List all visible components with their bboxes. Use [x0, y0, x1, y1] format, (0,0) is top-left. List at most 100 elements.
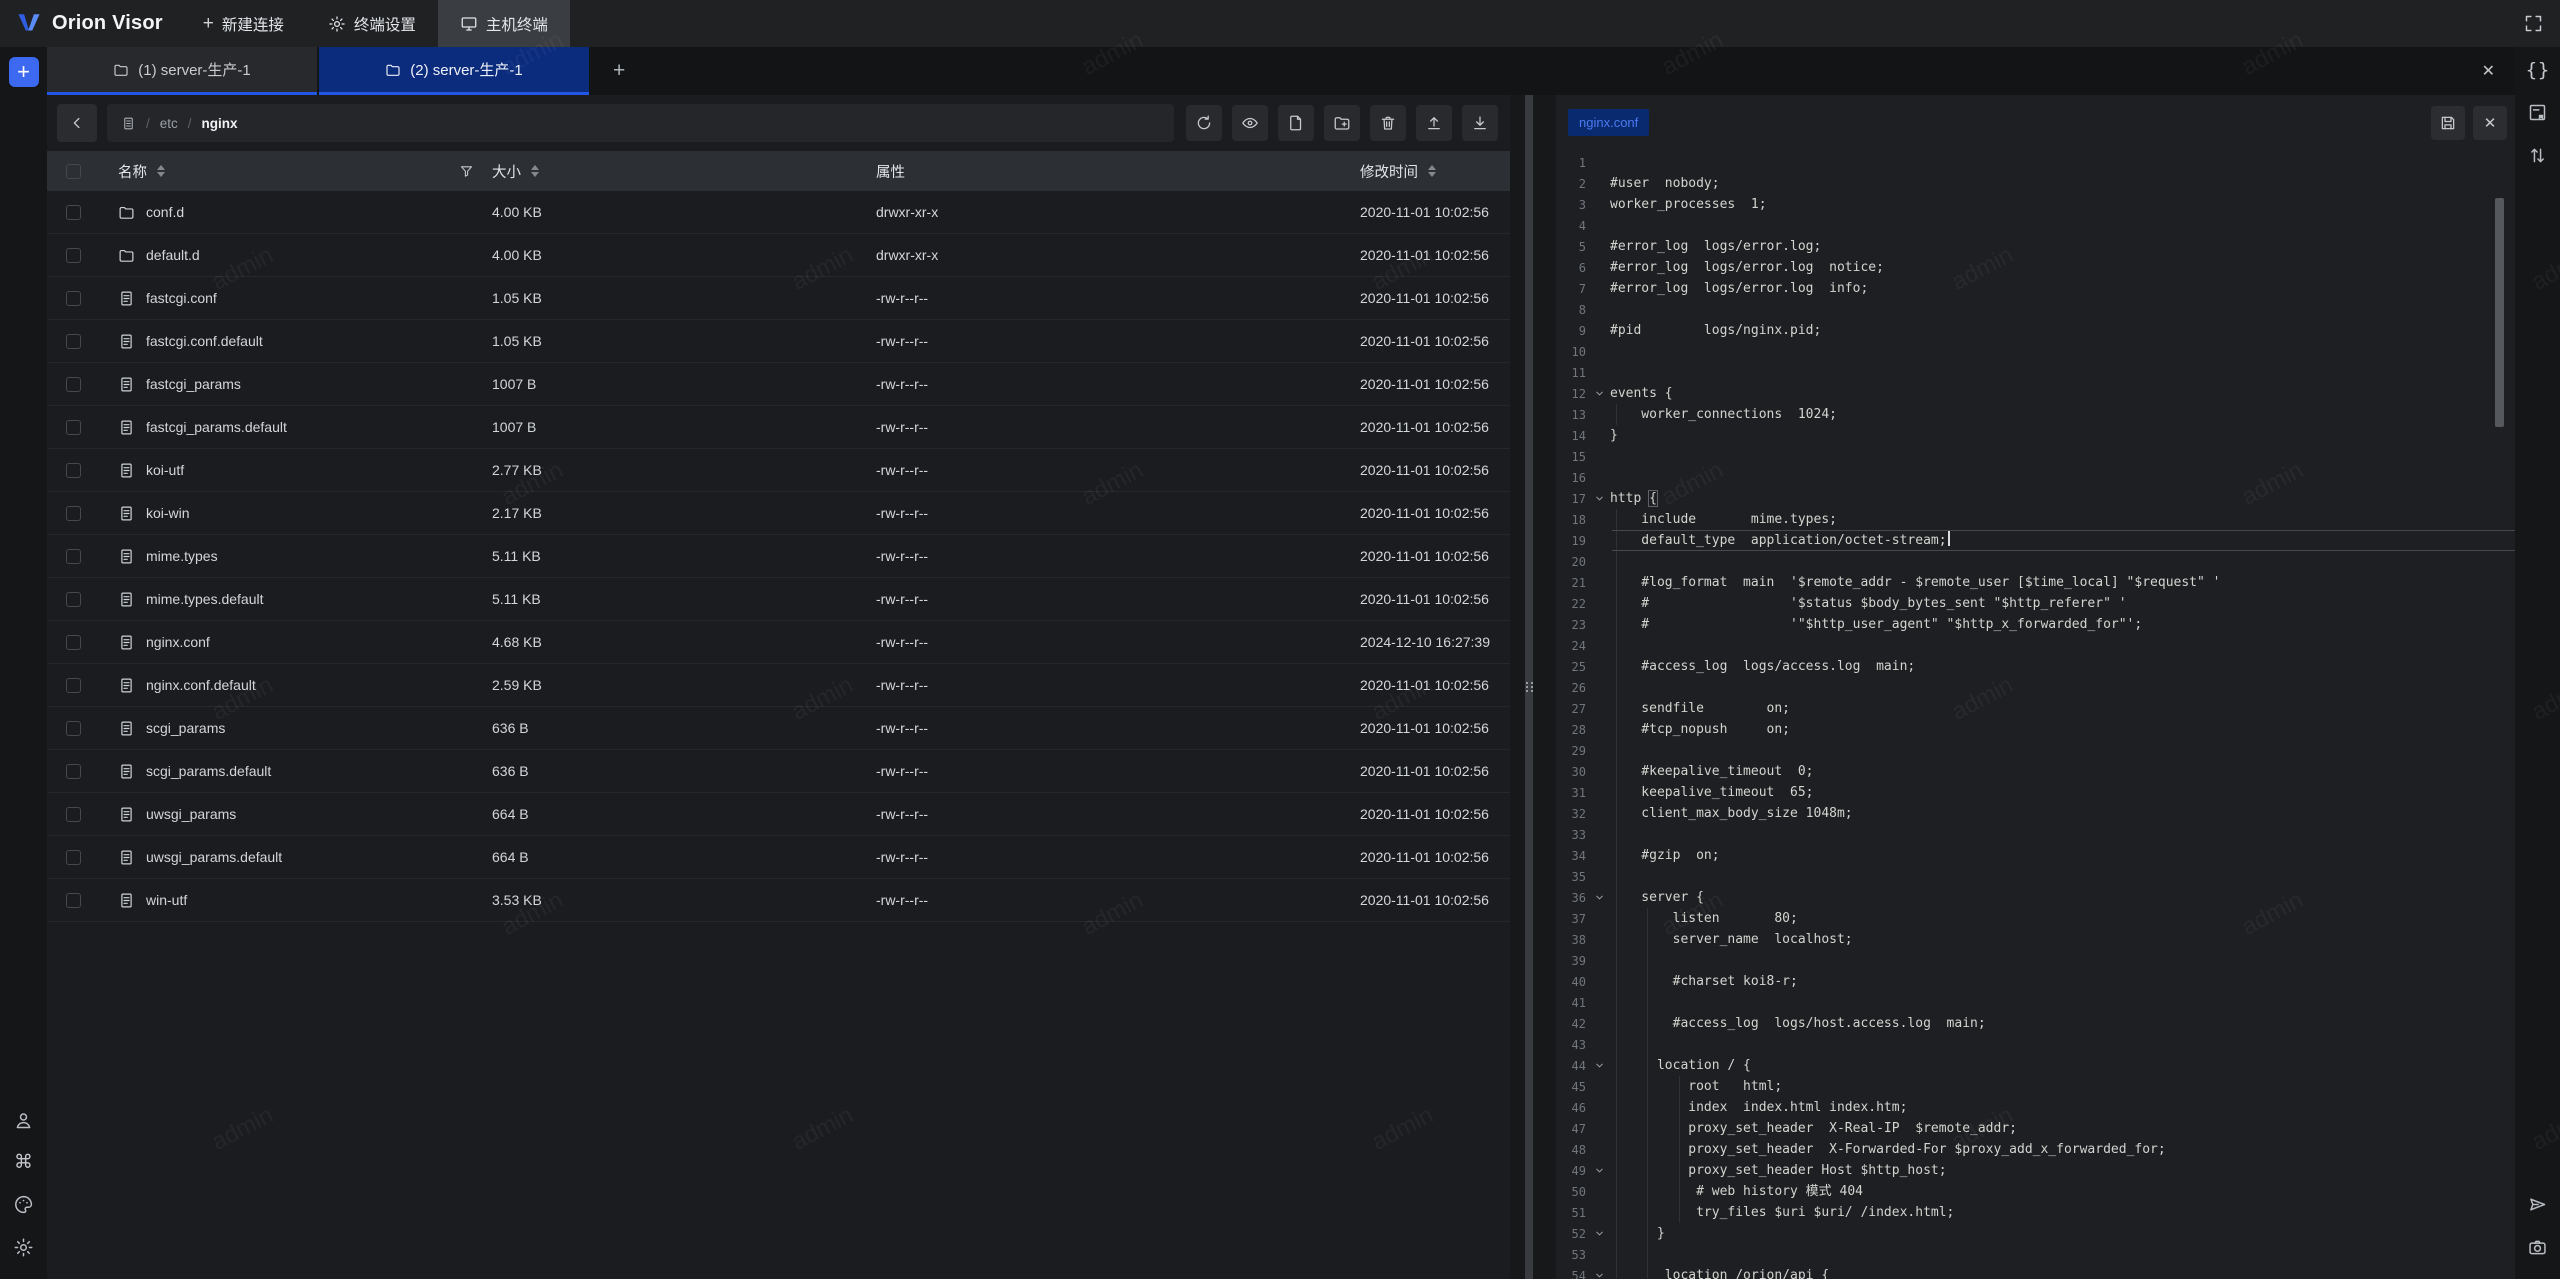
code-line[interactable]: 33: [1556, 824, 2515, 845]
sort-arrows-icon[interactable]: [2527, 145, 2548, 166]
breadcrumb-nginx[interactable]: nginx: [202, 116, 238, 131]
send-icon[interactable]: [2527, 1194, 2548, 1215]
upload-button[interactable]: [1416, 105, 1452, 141]
file-row[interactable]: default.d4.00 KBdrwxr-xr-x2020-11-01 10:…: [47, 234, 1510, 277]
code-line[interactable]: 20: [1556, 551, 2515, 572]
delete-button[interactable]: [1370, 105, 1406, 141]
code-line[interactable]: 10: [1556, 341, 2515, 362]
mtime-sort-icon[interactable]: [1428, 165, 1436, 177]
code-line[interactable]: 29: [1556, 740, 2515, 761]
code-line[interactable]: 5#error_log logs/error.log;: [1556, 236, 2515, 257]
code-line[interactable]: 12events {: [1556, 383, 2515, 404]
terminal-settings-menu[interactable]: 终端设置: [306, 0, 438, 47]
row-checkbox[interactable]: [66, 549, 81, 564]
file-row[interactable]: fastcgi.conf.default1.05 KB-rw-r--r--202…: [47, 320, 1510, 363]
settings-gear-icon[interactable]: [13, 1237, 34, 1258]
code-line[interactable]: 26: [1556, 677, 2515, 698]
code-line[interactable]: 18 include mime.types;: [1556, 509, 2515, 530]
row-checkbox[interactable]: [66, 764, 81, 779]
save-button[interactable]: [2431, 106, 2465, 140]
code-line[interactable]: 31 keepalive_timeout 65;: [1556, 782, 2515, 803]
code-line[interactable]: 6#error_log logs/error.log notice;: [1556, 257, 2515, 278]
terminal-tab[interactable]: (1) server-生产-1: [47, 47, 317, 95]
code-line[interactable]: 1: [1556, 152, 2515, 173]
code-line[interactable]: 42 #access_log logs/host.access.log main…: [1556, 1013, 2515, 1034]
row-checkbox[interactable]: [66, 506, 81, 521]
breadcrumb-etc[interactable]: etc: [160, 116, 178, 131]
code-line[interactable]: 45 root html;: [1556, 1076, 2515, 1097]
code-line[interactable]: 46 index index.html index.htm;: [1556, 1097, 2515, 1118]
code-line[interactable]: 51 try_files $uri $uri/ /index.html;: [1556, 1202, 2515, 1223]
camera-icon[interactable]: [2527, 1237, 2548, 1258]
breadcrumb[interactable]: / etc / nginx: [107, 104, 1174, 142]
file-row[interactable]: fastcgi_params.default1007 B-rw-r--r--20…: [47, 406, 1510, 449]
row-checkbox[interactable]: [66, 592, 81, 607]
code-line[interactable]: 14}: [1556, 425, 2515, 446]
code-line[interactable]: 44 location / {: [1556, 1055, 2515, 1076]
file-row[interactable]: koi-win2.17 KB-rw-r--r--2020-11-01 10:02…: [47, 492, 1510, 535]
row-checkbox[interactable]: [66, 377, 81, 392]
code-line[interactable]: 43: [1556, 1034, 2515, 1055]
file-row[interactable]: mime.types.default5.11 KB-rw-r--r--2020-…: [47, 578, 1510, 621]
refresh-button[interactable]: [1186, 105, 1222, 141]
code-line[interactable]: 28 #tcp_nopush on;: [1556, 719, 2515, 740]
code-line[interactable]: 3worker_processes 1;: [1556, 194, 2515, 215]
show-hidden-files-button[interactable]: [1232, 105, 1268, 141]
row-checkbox[interactable]: [66, 420, 81, 435]
file-bookmark-icon[interactable]: [2527, 102, 2548, 123]
host-terminal-menu[interactable]: 主机终端: [438, 0, 570, 47]
file-row[interactable]: win-utf3.53 KB-rw-r--r--2020-11-01 10:02…: [47, 879, 1510, 922]
code-line[interactable]: 38 server_name localhost;: [1556, 929, 2515, 950]
fold-chevron-icon[interactable]: [1588, 1165, 1610, 1176]
code-line[interactable]: 7#error_log logs/error.log info;: [1556, 278, 2515, 299]
code-line[interactable]: 19 default_type application/octet-stream…: [1556, 530, 2515, 551]
code-line[interactable]: 15: [1556, 446, 2515, 467]
file-row[interactable]: nginx.conf4.68 KB-rw-r--r--2024-12-10 16…: [47, 621, 1510, 664]
code-line[interactable]: 4: [1556, 215, 2515, 236]
panel-resize-splitter[interactable]: [1510, 95, 1556, 1279]
size-sort-icon[interactable]: [531, 165, 539, 177]
command-icon[interactable]: ⌘: [14, 1153, 33, 1172]
row-checkbox[interactable]: [66, 248, 81, 263]
new-terminal-tab-button[interactable]: +: [9, 57, 39, 87]
file-row[interactable]: uwsgi_params.default664 B-rw-r--r--2020-…: [47, 836, 1510, 879]
fold-chevron-icon[interactable]: [1588, 1228, 1610, 1239]
code-line[interactable]: 13 worker_connections 1024;: [1556, 404, 2515, 425]
fold-chevron-icon[interactable]: [1588, 892, 1610, 903]
code-editor[interactable]: 12#user nobody;3worker_processes 1;45#er…: [1556, 150, 2515, 1279]
filter-icon[interactable]: [459, 164, 474, 179]
code-line[interactable]: 36 server {: [1556, 887, 2515, 908]
file-row[interactable]: mime.types5.11 KB-rw-r--r--2020-11-01 10…: [47, 535, 1510, 578]
code-line[interactable]: 49 proxy_set_header Host $http_host;: [1556, 1160, 2515, 1181]
file-row[interactable]: uwsgi_params664 B-rw-r--r--2020-11-01 10…: [47, 793, 1510, 836]
row-checkbox[interactable]: [66, 893, 81, 908]
code-line[interactable]: 50 # web history 模式 404: [1556, 1181, 2515, 1202]
editor-scrollbar-thumb[interactable]: [2495, 198, 2504, 427]
code-line[interactable]: 21 #log_format main '$remote_addr - $rem…: [1556, 572, 2515, 593]
select-all-checkbox[interactable]: [66, 164, 81, 179]
file-row[interactable]: scgi_params636 B-rw-r--r--2020-11-01 10:…: [47, 707, 1510, 750]
fold-chevron-icon[interactable]: [1588, 388, 1610, 399]
code-line[interactable]: 16: [1556, 467, 2515, 488]
row-checkbox[interactable]: [66, 721, 81, 736]
code-line[interactable]: 47 proxy_set_header X-Real-IP $remote_ad…: [1556, 1118, 2515, 1139]
terminal-tab[interactable]: (2) server-生产-1: [319, 47, 589, 95]
code-line[interactable]: 27 sendfile on;: [1556, 698, 2515, 719]
code-line[interactable]: 23 # '"$http_user_agent" "$http_x_forwar…: [1556, 614, 2515, 635]
file-row[interactable]: fastcgi.conf1.05 KB-rw-r--r--2020-11-01 …: [47, 277, 1510, 320]
code-line[interactable]: 37 listen 80;: [1556, 908, 2515, 929]
close-panel-button[interactable]: ✕: [2462, 47, 2515, 95]
code-line[interactable]: 11: [1556, 362, 2515, 383]
row-checkbox[interactable]: [66, 678, 81, 693]
code-line[interactable]: 9#pid logs/nginx.pid;: [1556, 320, 2515, 341]
fold-chevron-icon[interactable]: [1588, 1060, 1610, 1071]
file-row[interactable]: fastcgi_params1007 B-rw-r--r--2020-11-01…: [47, 363, 1510, 406]
new-folder-button[interactable]: [1324, 105, 1360, 141]
new-connection-menu[interactable]: + 新建连接: [181, 0, 306, 47]
row-checkbox[interactable]: [66, 807, 81, 822]
code-line[interactable]: 35: [1556, 866, 2515, 887]
code-line[interactable]: 22 # '$status $body_bytes_sent "$http_re…: [1556, 593, 2515, 614]
braces-icon[interactable]: {}: [2525, 61, 2549, 80]
code-line[interactable]: 40 #charset koi8-r;: [1556, 971, 2515, 992]
code-line[interactable]: 53: [1556, 1244, 2515, 1265]
